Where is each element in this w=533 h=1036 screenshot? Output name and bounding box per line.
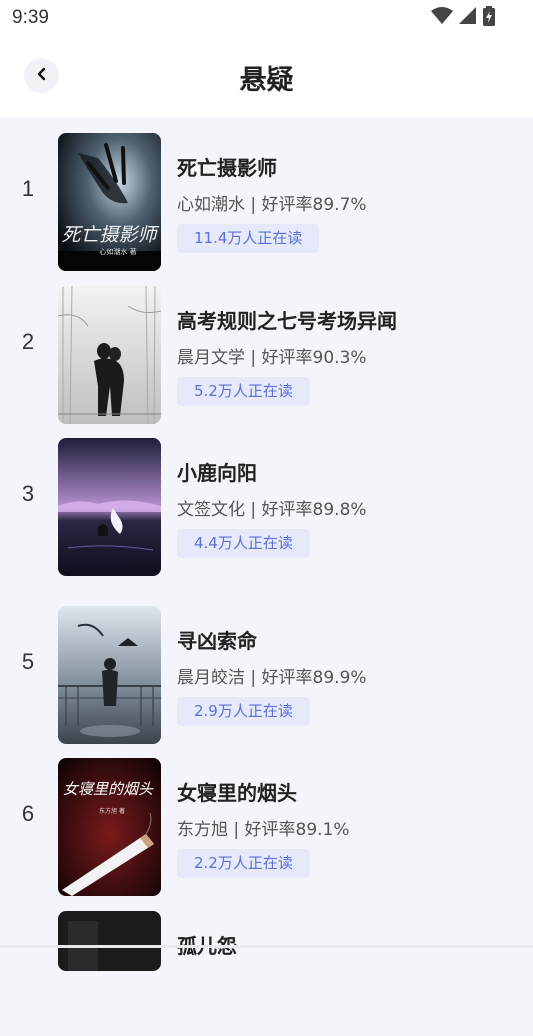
book-meta: 晨月文学 | 好评率90.3% (177, 348, 367, 368)
book-meta: 心如潮水 | 好评率89.7% (177, 195, 367, 215)
book-rating: 好评率89.9% (261, 668, 367, 688)
battery-icon (483, 6, 495, 30)
cover-author-text: 心如潮水 著 (99, 247, 136, 256)
signal-icon (459, 7, 477, 29)
book-item[interactable]: 2 高考规则之七号考场异闻 晨月文学 | 好评率90.3% 5.2万人正在读 (0, 271, 533, 424)
wifi-icon (431, 7, 453, 29)
book-author: 心如潮水 (177, 195, 245, 215)
book-rank: 1 (21, 176, 35, 201)
book-rank: 2 (21, 329, 35, 354)
book-title: 女寝里的烟头 (177, 781, 297, 805)
cover-title-text: 死亡摄影师 (61, 224, 159, 246)
book-rank: 6 (21, 801, 35, 826)
book-item[interactable]: 3 小鹿向阳 文签文化 | 好评率89.8% 4.4万人正在读 (0, 423, 533, 576)
book-item[interactable]: 孤儿怨 (0, 896, 533, 1036)
page-title: 悬疑 (239, 65, 294, 96)
book-title: 死亡摄影师 (177, 156, 277, 180)
book-title: 寻凶索命 (177, 629, 257, 653)
book-cover[interactable]: 死亡摄影师 心如潮水 著 (58, 133, 161, 271)
book-rating: 好评率89.1% (244, 820, 350, 840)
status-bar: 9:39 (0, 0, 533, 36)
book-cover[interactable] (58, 911, 161, 971)
book-item[interactable]: 1 死亡摄影师 心如潮水 著 死亡摄影师 心如潮水 | 好评率89.7% 11.… (0, 118, 533, 271)
book-cover[interactable] (58, 606, 161, 744)
book-rank: 3 (21, 481, 35, 506)
book-author: 晨月文学 (177, 348, 245, 368)
readers-badge: 5.2万人正在读 (177, 377, 310, 406)
readers-badge: 4.4万人正在读 (177, 529, 310, 558)
book-meta: 晨月皎洁 | 好评率89.9% (177, 668, 367, 688)
status-icons (431, 6, 495, 30)
book-cover[interactable]: 女寝里的烟头 东方旭 著 (58, 758, 161, 896)
readers-badge: 2.9万人正在读 (177, 697, 310, 726)
book-cover[interactable] (58, 286, 161, 424)
status-time: 9:39 (12, 7, 49, 28)
book-title: 小鹿向阳 (177, 461, 257, 485)
readers-badge: 2.2万人正在读 (177, 849, 310, 878)
book-title: 高考规则之七号考场异闻 (177, 309, 397, 333)
book-author: 东方旭 (177, 820, 228, 840)
readers-badge: 11.4万人正在读 (177, 224, 320, 253)
book-cover[interactable] (58, 438, 161, 576)
cover-author-text: 东方旭 著 (99, 807, 125, 815)
header: 悬疑 (0, 36, 533, 118)
book-item[interactable]: 5 寻凶索命 晨月皎洁 | 好评率89.9% 2.9万人正在读 (0, 591, 533, 744)
book-rank: 5 (21, 649, 35, 674)
book-item[interactable]: 6 女寝里的烟头 东方旭 著 女寝里的烟头 东方旭 | 好评率89.1% 2.2… (0, 743, 533, 896)
cover-title-text: 女寝里的烟头 (63, 780, 154, 798)
book-author: 文签文化 (177, 500, 245, 520)
book-author: 晨月皎洁 (177, 668, 245, 688)
book-rating: 好评率89.7% (261, 195, 367, 215)
book-meta: 东方旭 | 好评率89.1% (177, 820, 350, 840)
book-meta: 文签文化 | 好评率89.8% (177, 500, 367, 520)
book-rating: 好评率90.3% (261, 348, 367, 368)
book-rating: 好评率89.8% (261, 500, 367, 520)
